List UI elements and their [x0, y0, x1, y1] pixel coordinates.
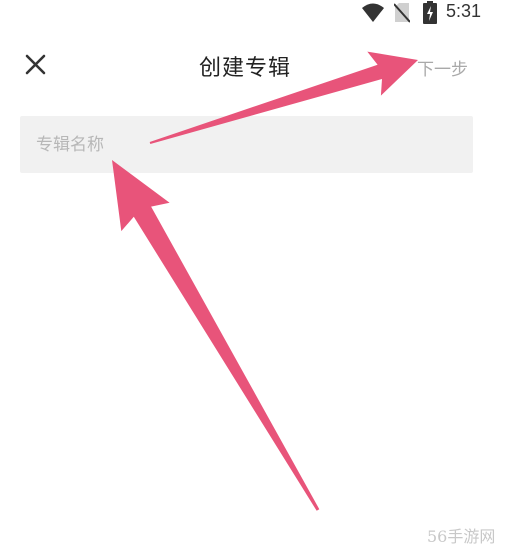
status-bar: 5:31 [0, 0, 509, 28]
battery-charging-icon [423, 1, 437, 24]
status-time: 5:31 [446, 1, 482, 21]
album-name-input[interactable] [20, 116, 473, 173]
arrow-to-album-name-field [112, 160, 320, 511]
no-sim-icon [394, 3, 410, 23]
next-step-button[interactable]: 下一步 [417, 55, 468, 80]
wifi-icon [362, 3, 384, 22]
watermark: 56手游网 [427, 527, 496, 546]
app-bar: 创建专辑 下一步 [0, 40, 509, 96]
